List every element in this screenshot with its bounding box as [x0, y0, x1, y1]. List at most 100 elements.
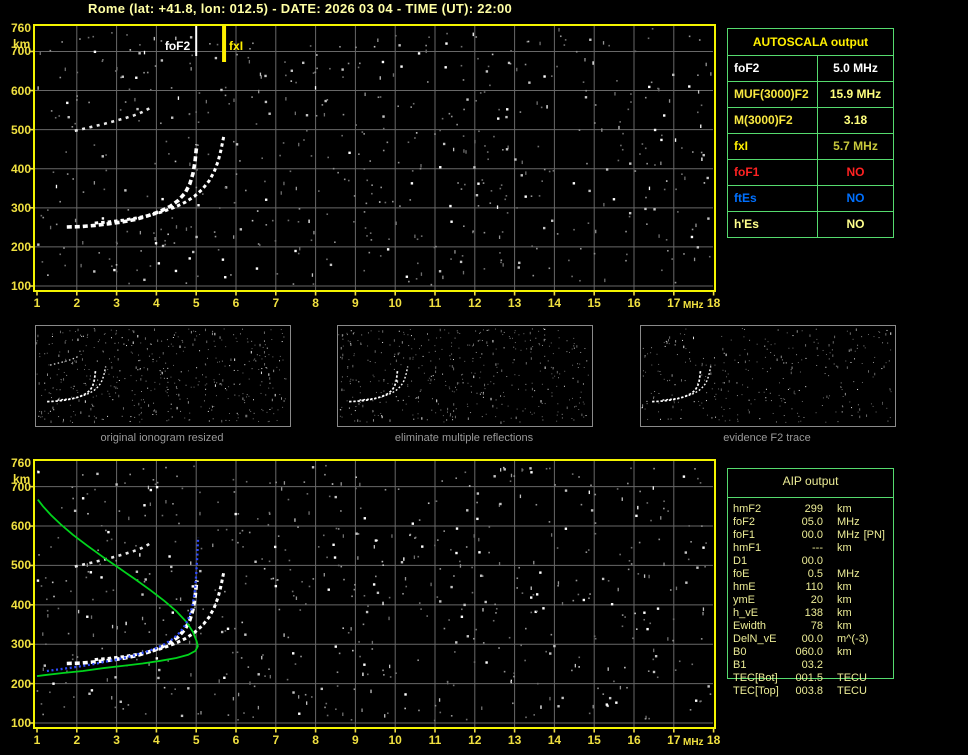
aip-row: hmF1 --- km [733, 542, 889, 555]
y-axis-tick-label: 600 [10, 519, 31, 534]
aip-header-divider [727, 497, 894, 498]
autoscala-row: fxI 5.7 MHz [728, 134, 893, 160]
page-title: Rome (lat: +41.8, lon: 012.5) - DATE: 20… [88, 1, 513, 16]
aip-row-unit: km [837, 542, 852, 554]
aip-row: hmF2 299 km [733, 503, 889, 516]
x-axis-tick-label: 18 [706, 296, 721, 310]
panel-caption-evidence: evidence F2 trace [723, 432, 811, 444]
x-axis-tick-label: 2 [73, 733, 81, 747]
aip-row: hmE 110 km [733, 581, 889, 594]
y-axis-tick-label: 760 [10, 456, 31, 470]
autoscala-row: MUF(3000)F2 15.9 MHz [728, 82, 893, 108]
aip-row-label: DelN_vE [733, 633, 777, 645]
aip-row-value: 0.5 [807, 568, 823, 580]
x-axis-tick-label: 14 [547, 733, 562, 747]
aip-table-rows: hmF2 299 km foF2 05.0 MHz foF1 00.0 MHz [PN] hmF1-… [733, 503, 889, 698]
bottom-profile-plot [29, 459, 716, 733]
aip-row-value: 138 [804, 607, 823, 619]
top-ionogram-plot: foF2 fxI [29, 24, 716, 296]
aip-row-value: 00.0 [801, 529, 823, 541]
x-axis-tick-label: 15 [587, 733, 601, 747]
evidence-f2-mini-plot [641, 328, 892, 423]
x-axis-tick-label: 11 [428, 733, 442, 747]
aip-row-unit: m^(-3) [837, 633, 869, 645]
aip-row-unit: km [837, 620, 852, 632]
aip-row: D1 00.0 [733, 555, 889, 568]
autoscala-row: M(3000)F2 3.18 [728, 108, 893, 134]
aip-row-value: 110 [805, 581, 823, 593]
x-axis-unit-label: MHz [683, 300, 704, 311]
x-axis-tick-label: 10 [388, 733, 402, 747]
autoscala-row-value: 5.7 MHz [833, 139, 878, 153]
y-axis-tick-label: 300 [10, 200, 31, 215]
original-ionogram-mini-plot [36, 328, 287, 424]
y-axis-tick-label: 100 [10, 716, 31, 730]
autoscala-row-label: MUF(3000)F2 [728, 82, 818, 107]
aip-row-label: foE [733, 568, 750, 580]
x-axis-tick-label: 15 [587, 296, 601, 310]
y-axis-tick-label: 760 [10, 21, 31, 35]
autoscala-row-value: 5.0 MHz [833, 61, 878, 75]
x-axis-tick-label: 9 [352, 296, 359, 310]
aip-row-value: 78 [810, 620, 823, 632]
svg-text:foF2: foF2 [165, 39, 191, 53]
x-axis-tick-label: 2 [73, 296, 81, 310]
y-axis-tick-label: 100 [10, 279, 31, 293]
aip-row-value: 060.0 [795, 646, 823, 658]
autoscala-window: Rome (lat: +41.8, lon: 012.5) - DATE: 20… [0, 0, 968, 755]
x-axis-tick-label: 6 [232, 296, 240, 310]
aip-table-header: AIP output [782, 474, 839, 488]
aip-row-value: --- [812, 542, 823, 554]
x-axis-tick-label: 9 [352, 733, 359, 747]
aip-row-label: Ewidth [733, 620, 767, 632]
panel-evidence-f2 [640, 325, 896, 427]
autoscala-row-label: M(3000)F2 [728, 108, 818, 133]
autoscala-row: foF2 5.0 MHz [728, 56, 893, 82]
y-axis-tick-label: 200 [10, 239, 31, 254]
aip-row-note: [PN] [863, 529, 885, 541]
aip-row-label: B1 [733, 659, 747, 671]
aip-row-label: TEC[Top] [733, 685, 779, 697]
aip-row-label: hmF2 [733, 503, 762, 515]
y-axis-tick-label: 400 [10, 597, 31, 612]
autoscala-table-header: AUTOSCALA output [728, 29, 893, 56]
autoscala-row-label: fxI [728, 134, 818, 159]
autoscala-row: h'Es NO [728, 212, 893, 237]
autoscala-output-table: AUTOSCALA output foF2 5.0 MHz MUF(3000)F2 1… [727, 28, 894, 238]
x-axis-tick-label: 12 [468, 733, 482, 747]
aip-row-unit: TECU [837, 685, 867, 697]
y-axis-unit-label: km [13, 37, 31, 51]
panel-original-ionogram [35, 325, 291, 427]
aip-row: B0 060.0 km [733, 646, 889, 659]
y-axis-tick-label: 500 [10, 558, 31, 573]
aip-row: ymE 20 km [733, 594, 889, 607]
svg-text:fxI: fxI [229, 39, 243, 53]
aip-row: TEC[Top] 003.8 TECU [733, 685, 889, 698]
y-axis-tick-label: 400 [10, 161, 31, 176]
panel-caption-original: original ionogram resized [100, 432, 224, 444]
aip-row-unit: MHz [837, 568, 860, 580]
aip-row-unit: km [837, 581, 852, 593]
x-axis-tick-label: 4 [153, 296, 160, 310]
aip-row-label: foF1 [733, 529, 756, 541]
x-axis-tick-label: 5 [192, 296, 200, 310]
x-axis-unit-label: MHz [683, 737, 704, 748]
aip-row-label: ymE [733, 594, 755, 606]
aip-row-value: 003.8 [795, 685, 823, 697]
aip-row: B1 03.2 [733, 659, 889, 672]
eliminate-reflections-mini-plot [338, 328, 589, 424]
x-axis-tick-label: 14 [547, 296, 562, 310]
aip-row-unit: km [837, 503, 852, 515]
aip-row: foE 0.5 MHz [733, 568, 889, 581]
x-axis-tick-label: 16 [627, 296, 641, 310]
x-axis-tick-label: 1 [33, 733, 41, 747]
aip-row-label: TEC[Bot] [733, 672, 778, 684]
aip-row: foF2 05.0 MHz [733, 516, 889, 529]
aip-row-value: 00.0 [801, 555, 823, 567]
aip-row-unit: TECU [837, 672, 867, 684]
x-axis-tick-label: 3 [113, 296, 120, 310]
x-axis-tick-label: 4 [153, 733, 160, 747]
x-axis-tick-label: 5 [192, 733, 200, 747]
aip-row: Ewidth 78 km [733, 620, 889, 633]
aip-row-unit: km [837, 607, 852, 619]
